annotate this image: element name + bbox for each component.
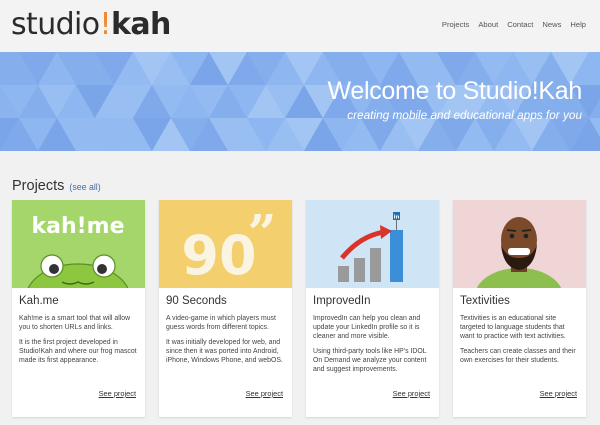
see-project-link[interactable]: See project [540,389,577,398]
teacher-avatar-illustration [453,200,586,288]
kahme-logo-text: kah!me [31,214,124,239]
hero-banner: Welcome to Studio!Kah creating mobile an… [0,52,600,151]
nav-link-help[interactable]: Help [570,20,586,29]
improvedin-logo-text: in [394,215,400,221]
nav-link-news[interactable]: News [542,20,561,29]
90-seconds-thumbnail: 90 ” [159,200,292,288]
logo-text-kah: kah [110,7,171,42]
logo-text-studio: studio [11,7,100,42]
see-all-link[interactable]: (see all) [69,182,100,192]
card-paragraph: Using third-party tools like HP's IDOL O… [313,348,427,374]
site-header: studio!kah Projects About Contact News H… [0,0,600,52]
hero-title: Welcome to Studio!Kah [327,77,583,105]
card-description: ImprovedIn can help you clean and update… [313,314,434,381]
card-paragraph: A video-game in which players must guess… [166,315,276,332]
card-title: Textivities [460,295,510,307]
main-nav: Projects About Contact News Help [442,20,586,29]
nav-link-contact[interactable]: Contact [507,20,533,29]
kahme-thumbnail: kah!me [12,200,145,288]
nav-link-about[interactable]: About [478,20,498,29]
improvedin-thumbnail: in [306,200,439,288]
project-card-textivities[interactable]: Textivities Textivities is an educationa… [453,200,586,417]
card-title: Kah.me [19,295,59,307]
projects-title: Projects [12,178,65,194]
see-project-link[interactable]: See project [393,389,430,398]
card-title: 90 Seconds [166,295,227,307]
textivities-thumbnail [453,200,586,288]
90-seconds-logo-text: 90 [181,224,256,287]
card-paragraph: Kah!me is a smart tool that will allow y… [19,315,131,332]
card-description: A video-game in which players must guess… [166,314,287,371]
projects-heading: Projects (see all) [12,178,101,194]
card-paragraph: Teachers can create classes and their ow… [460,348,576,365]
logo-bang: ! [99,7,112,42]
card-paragraph: ImprovedIn can help you clean and update… [313,315,421,341]
see-project-link[interactable]: See project [99,389,136,398]
nav-link-projects[interactable]: Projects [442,20,469,29]
90-seconds-quote-mark: ” [248,203,277,262]
site-logo[interactable]: studio!kah [11,5,171,45]
card-paragraph: Textivities is an educational site targe… [460,315,566,341]
card-description: Kah!me is a smart tool that will allow y… [19,314,140,371]
project-card-improvedin[interactable]: in ImprovedIn ImprovedIn can help you cl… [306,200,439,417]
see-project-link[interactable]: See project [246,389,283,398]
card-paragraph: It is the first project developed in Stu… [19,339,137,365]
card-paragraph: It was initially developed for web, and … [166,339,283,365]
card-description: Textivities is an educational site targe… [460,314,581,371]
card-title: ImprovedIn [313,295,371,307]
project-card-kahme[interactable]: kah!me Kah.me Kah!me is a smart tool tha… [12,200,145,417]
project-card-90-seconds[interactable]: 90 ” 90 Seconds A video-game in which pl… [159,200,292,417]
hero-subtitle: creating mobile and educational apps for… [347,108,582,122]
